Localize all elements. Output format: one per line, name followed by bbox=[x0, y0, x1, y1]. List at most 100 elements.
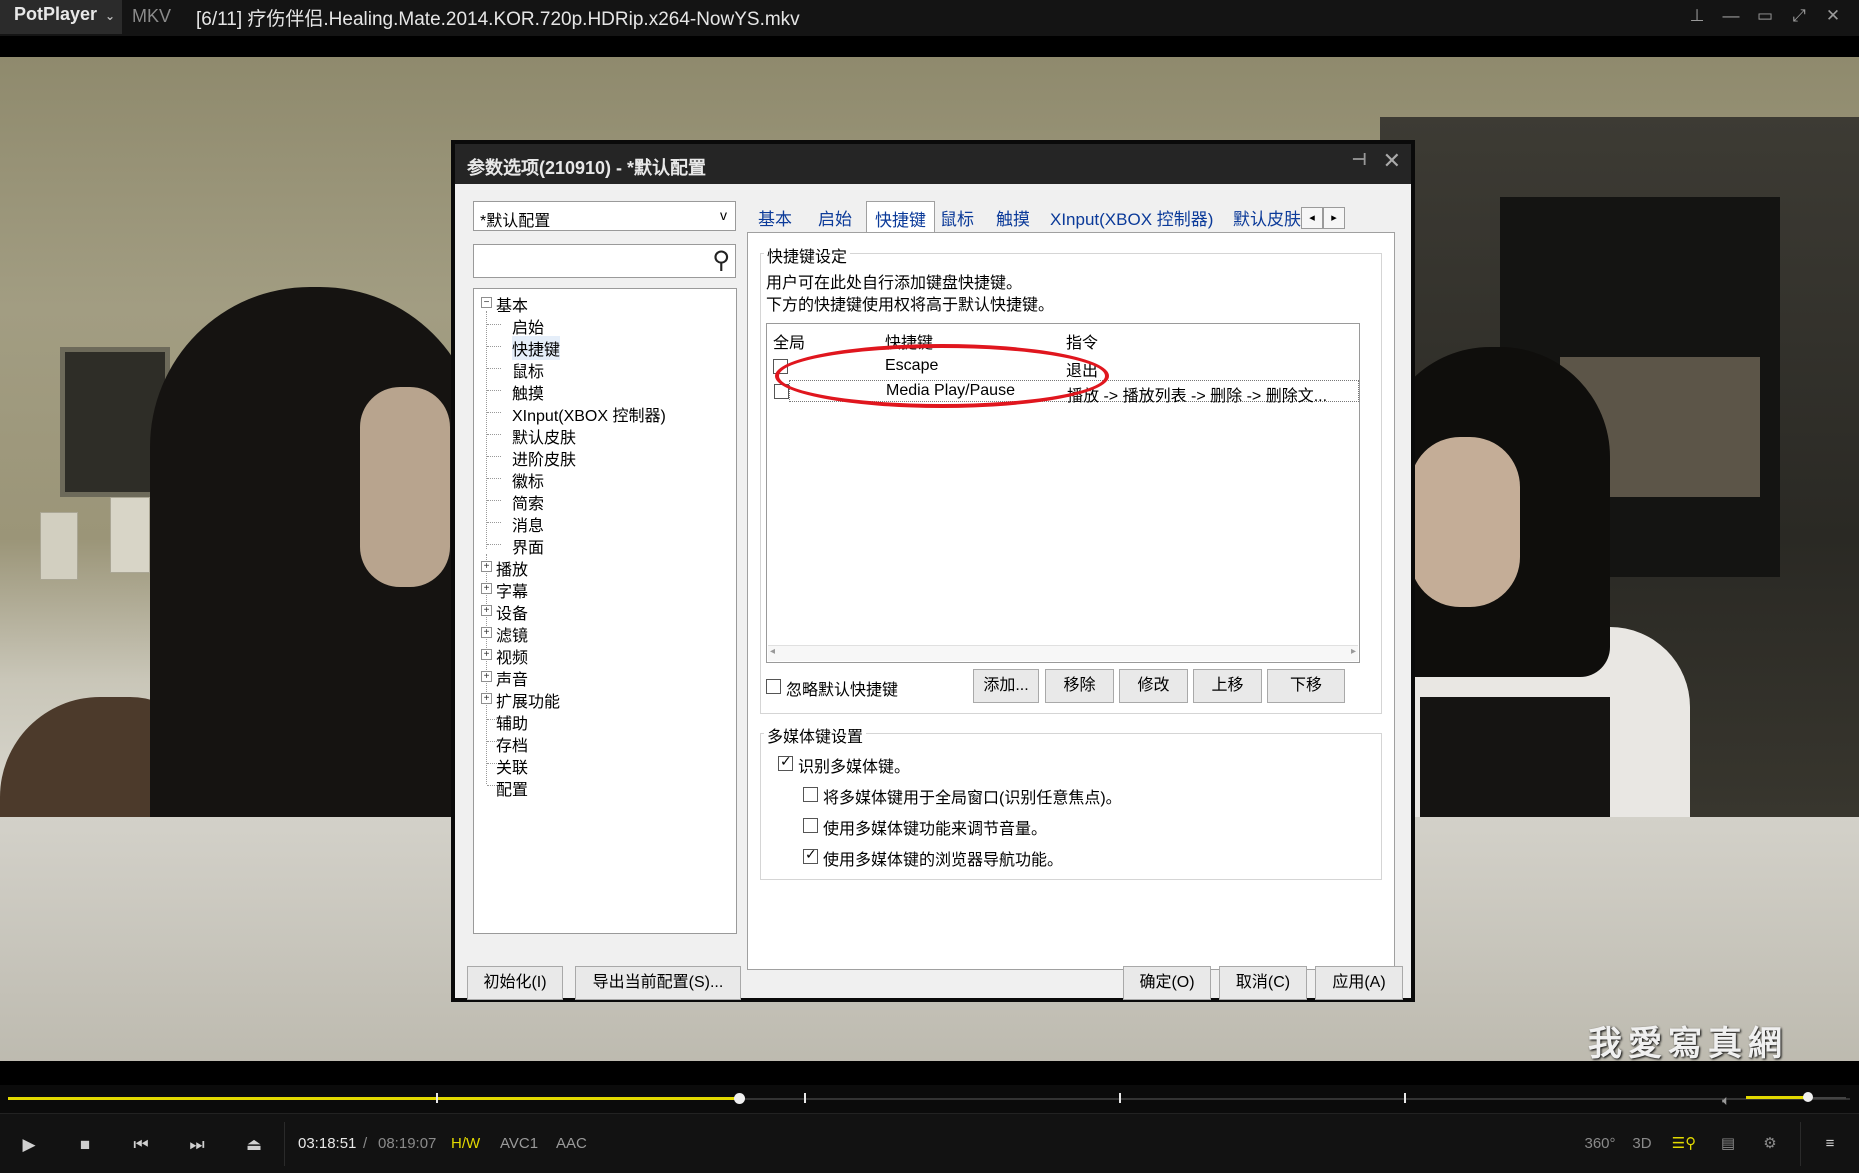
media-keys-volume-label[interactable]: 使用多媒体键功能来调节音量。 bbox=[823, 815, 1047, 839]
tab-basic[interactable]: 基本 bbox=[758, 201, 792, 231]
chapter-mark[interactable] bbox=[804, 1093, 806, 1103]
settings-tree[interactable]: − 基本 启始 快捷键 鼠标 触摸 XInput(XBOX 控制器) 默认皮肤 … bbox=[473, 288, 737, 934]
chapter-mark[interactable] bbox=[1404, 1093, 1406, 1103]
tab-scroll-right-icon[interactable]: ▸ bbox=[1323, 207, 1345, 229]
tree-expand-icon[interactable]: + bbox=[481, 605, 492, 616]
pin-icon[interactable]: ⊣ bbox=[1351, 150, 1367, 170]
tree-item-config[interactable]: 配置 bbox=[496, 776, 528, 800]
tab-startup[interactable]: 启始 bbox=[818, 201, 852, 231]
tree-item-accessibility[interactable]: 辅助 bbox=[496, 710, 528, 734]
global-media-keys-label[interactable]: 将多媒体键用于全局窗口(识别任意焦点)。 bbox=[823, 784, 1122, 808]
tab-default-skin[interactable]: 默认皮肤 bbox=[1233, 201, 1301, 231]
tree-collapse-icon[interactable]: − bbox=[481, 297, 492, 308]
tree-item-hotkeys[interactable]: 快捷键 bbox=[512, 336, 561, 360]
tab-xinput[interactable]: XInput(XBOX 控制器) bbox=[1050, 201, 1213, 231]
tree-item-filters[interactable]: 滤镜 bbox=[496, 622, 528, 646]
tree-expand-icon[interactable]: + bbox=[481, 693, 492, 704]
eject-icon[interactable]: ⏏︎ bbox=[237, 1132, 271, 1158]
move-up-button[interactable]: 上移 bbox=[1193, 669, 1262, 703]
tree-item-xinput[interactable]: XInput(XBOX 控制器) bbox=[512, 402, 666, 426]
edit-hotkey-button[interactable]: 修改 bbox=[1119, 669, 1188, 703]
3d-button[interactable]: 3D bbox=[1626, 1130, 1658, 1158]
tree-item-playback[interactable]: 播放 bbox=[496, 556, 528, 580]
tree-item-subtitles[interactable]: 字幕 bbox=[496, 578, 528, 602]
prev-icon[interactable]: ⏮︎ bbox=[124, 1132, 158, 1158]
tree-item-startup[interactable]: 启始 bbox=[512, 314, 544, 338]
volume-icon[interactable]: 🔈︎ bbox=[1722, 1092, 1740, 1108]
add-hotkey-button[interactable]: 添加... bbox=[973, 669, 1039, 703]
hw-decoding-badge[interactable]: H/W bbox=[451, 1135, 480, 1152]
profile-select[interactable]: *默认配置 v bbox=[473, 201, 736, 231]
hotkey-list[interactable]: 全局 快捷键 指令 Escape 退出 Media Play/Pause 播放 … bbox=[766, 323, 1360, 663]
tree-expand-icon[interactable]: + bbox=[481, 561, 492, 572]
tree-item-mouse[interactable]: 鼠标 bbox=[512, 358, 544, 382]
scroll-left-icon[interactable]: ◂ bbox=[770, 646, 775, 657]
current-time[interactable]: 03:18:51 bbox=[298, 1135, 356, 1152]
global-media-keys-checkbox[interactable] bbox=[803, 787, 818, 802]
recognize-media-keys-checkbox[interactable] bbox=[778, 753, 793, 771]
media-keys-browser-checkbox[interactable] bbox=[803, 846, 818, 864]
tree-expand-icon[interactable]: + bbox=[481, 583, 492, 594]
chapter-mark[interactable] bbox=[1119, 1093, 1121, 1103]
volume-handle[interactable] bbox=[1803, 1092, 1813, 1102]
tree-item-advanced-skin[interactable]: 进阶皮肤 bbox=[512, 446, 576, 470]
video-codec-badge[interactable]: AVC1 bbox=[500, 1135, 538, 1152]
ok-button[interactable]: 确定(O) bbox=[1123, 966, 1211, 1000]
column-header-command[interactable]: 指令 bbox=[1066, 329, 1098, 353]
tree-item-messages[interactable]: 消息 bbox=[512, 512, 544, 536]
ignore-default-hotkeys-checkbox[interactable] bbox=[766, 679, 781, 694]
menu-icon[interactable]: ≡ bbox=[1814, 1130, 1846, 1158]
media-keys-volume-checkbox[interactable] bbox=[803, 818, 818, 833]
column-header-global[interactable]: 全局 bbox=[773, 329, 805, 353]
close-icon[interactable]: ✕ bbox=[1818, 2, 1848, 30]
tree-item-devices[interactable]: 设备 bbox=[496, 600, 528, 624]
total-time[interactable]: 08:19:07 bbox=[378, 1135, 436, 1152]
tree-item-default-skin[interactable]: 默认皮肤 bbox=[512, 424, 576, 448]
tab-touch[interactable]: 触摸 bbox=[996, 201, 1030, 231]
fullscreen-icon[interactable]: ⤢ bbox=[1784, 2, 1814, 30]
search-icon[interactable]: ☰⚲ bbox=[1668, 1130, 1700, 1158]
stop-icon[interactable]: ■ bbox=[68, 1132, 102, 1158]
tree-item-extensions[interactable]: 扩展功能 bbox=[496, 688, 560, 712]
tab-hotkeys[interactable]: 快捷键 bbox=[866, 201, 935, 233]
tree-expand-icon[interactable]: + bbox=[481, 627, 492, 638]
export-config-button[interactable]: 导出当前配置(S)... bbox=[575, 966, 741, 1000]
tree-item-logo[interactable]: 徽标 bbox=[512, 468, 544, 492]
tree-expand-icon[interactable]: + bbox=[481, 649, 492, 660]
maximize-icon[interactable]: ▭ bbox=[1750, 2, 1780, 30]
close-icon[interactable]: ✕ bbox=[1383, 148, 1401, 174]
tab-mouse[interactable]: 鼠标 bbox=[940, 201, 974, 231]
chapter-mark[interactable] bbox=[436, 1093, 438, 1103]
tree-item-thumbnail[interactable]: 简索 bbox=[512, 490, 544, 514]
tree-item-associations[interactable]: 关联 bbox=[496, 754, 528, 778]
horizontal-scrollbar[interactable]: ◂ ▸ bbox=[768, 645, 1358, 661]
media-keys-browser-label[interactable]: 使用多媒体键的浏览器导航功能。 bbox=[823, 846, 1063, 870]
tree-item-audio[interactable]: 声音 bbox=[496, 666, 528, 690]
vr-360-button[interactable]: 360° bbox=[1584, 1130, 1616, 1158]
tab-scroll-left-icon[interactable]: ◂ bbox=[1301, 207, 1323, 229]
seek-handle[interactable] bbox=[734, 1093, 745, 1104]
remove-hotkey-button[interactable]: 移除 bbox=[1045, 669, 1114, 703]
scroll-right-icon[interactable]: ▸ bbox=[1351, 646, 1356, 657]
audio-codec-badge[interactable]: AAC bbox=[556, 1135, 587, 1152]
playlist-icon[interactable]: ▤ bbox=[1712, 1130, 1744, 1158]
search-input[interactable]: ⚲ bbox=[473, 244, 736, 278]
reset-button[interactable]: 初始化(I) bbox=[467, 966, 563, 1000]
tree-item-touch[interactable]: 触摸 bbox=[512, 380, 544, 404]
ignore-default-hotkeys-label[interactable]: 忽略默认快捷键 bbox=[786, 676, 898, 700]
cancel-button[interactable]: 取消(C) bbox=[1219, 966, 1307, 1000]
recognize-media-keys-label[interactable]: 识别多媒体键。 bbox=[798, 753, 910, 777]
search-icon[interactable]: ⚲ bbox=[712, 246, 730, 275]
app-menu-button[interactable]: PotPlayer ⌄ bbox=[0, 0, 122, 34]
next-icon[interactable]: ⏭︎ bbox=[180, 1132, 214, 1158]
pin-icon[interactable]: ⊥ bbox=[1682, 2, 1712, 30]
tree-item-archive[interactable]: 存档 bbox=[496, 732, 528, 756]
move-down-button[interactable]: 下移 bbox=[1267, 669, 1345, 703]
settings-icon[interactable]: ⚙ bbox=[1754, 1130, 1786, 1158]
apply-button[interactable]: 应用(A) bbox=[1315, 966, 1403, 1000]
tree-item-interface[interactable]: 界面 bbox=[512, 534, 544, 558]
minimize-icon[interactable]: — bbox=[1716, 2, 1746, 30]
tree-expand-icon[interactable]: + bbox=[481, 671, 492, 682]
tree-item-video[interactable]: 视频 bbox=[496, 644, 528, 668]
play-icon[interactable]: ▶ bbox=[12, 1132, 46, 1158]
